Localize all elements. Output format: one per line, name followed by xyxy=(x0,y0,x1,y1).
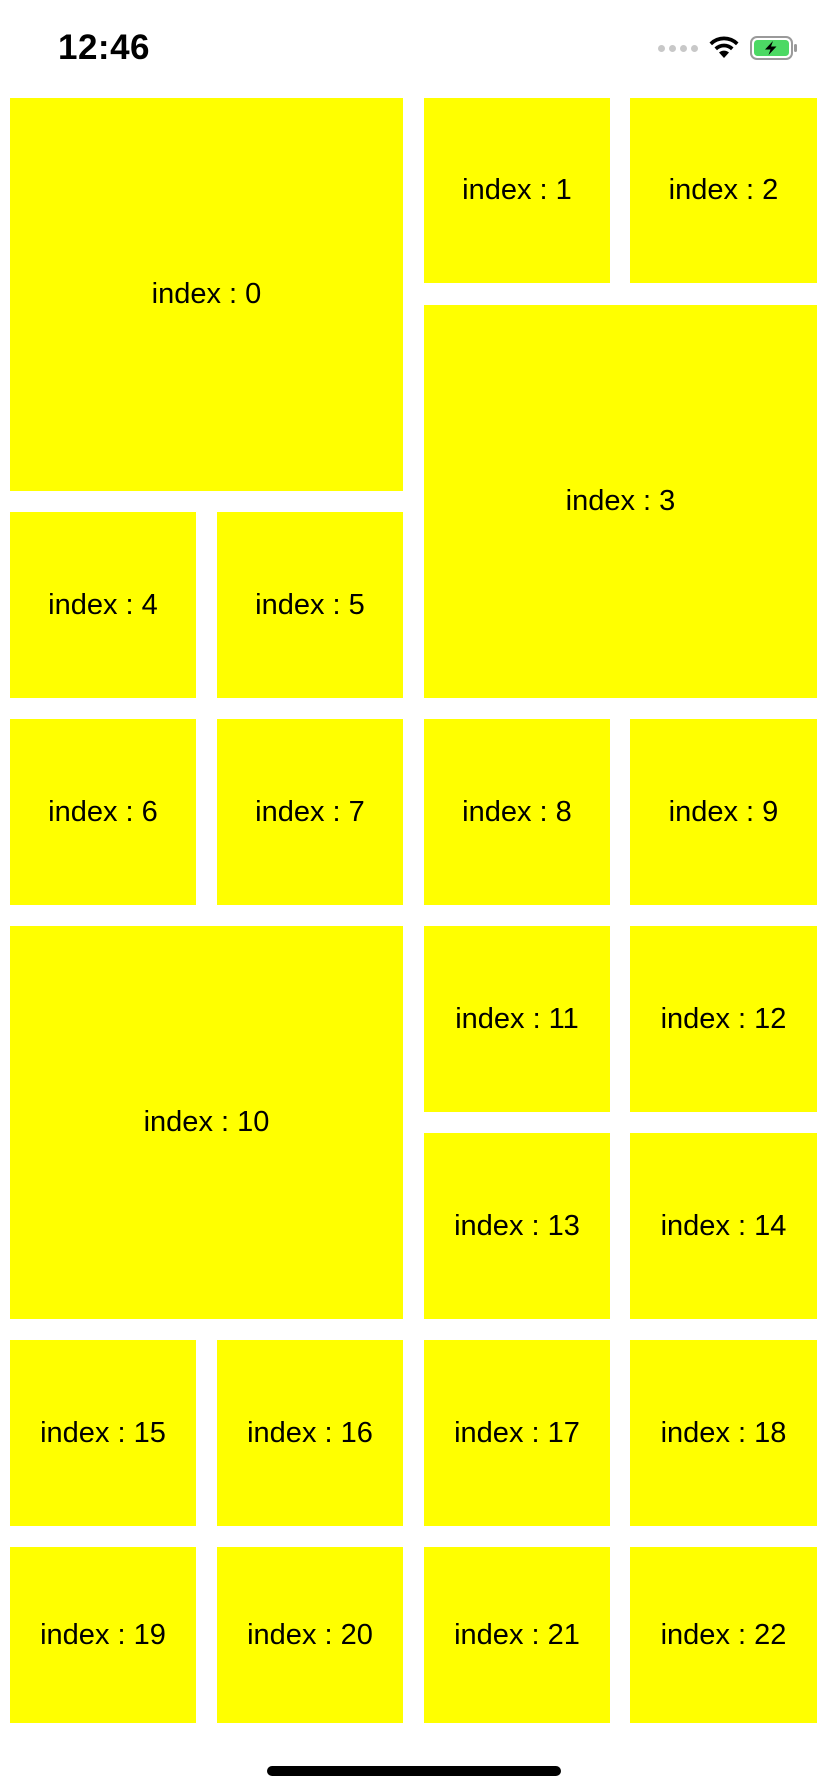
grid-cell-20[interactable]: index : 20 xyxy=(217,1547,403,1723)
cell-label: index : 19 xyxy=(40,1618,166,1651)
grid-cell-12[interactable]: index : 12 xyxy=(630,926,817,1112)
cell-label: index : 17 xyxy=(454,1416,580,1449)
grid-cell-11[interactable]: index : 11 xyxy=(424,926,610,1112)
cell-label: index : 1 xyxy=(462,174,572,206)
cell-label: index : 7 xyxy=(255,795,365,828)
cell-label: index : 16 xyxy=(247,1416,373,1449)
grid-cell-16[interactable]: index : 16 xyxy=(217,1340,403,1526)
cell-label: index : 10 xyxy=(143,1106,270,1138)
cell-label: index : 2 xyxy=(668,174,779,206)
cell-label: index : 11 xyxy=(455,1002,579,1035)
grid-cell-14[interactable]: index : 14 xyxy=(630,1133,817,1319)
grid-cell-3[interactable]: index : 3 xyxy=(424,305,817,698)
grid-cell-0[interactable]: index : 0 xyxy=(10,98,403,491)
cell-label: index : 20 xyxy=(247,1618,373,1651)
grid-cell-17[interactable]: index : 17 xyxy=(424,1340,610,1526)
cell-label: index : 9 xyxy=(668,795,779,828)
cell-label: index : 14 xyxy=(660,1209,787,1242)
grid-cell-10[interactable]: index : 10 xyxy=(10,926,403,1319)
collection-grid: index : 0 index : 1 index : 2 index : 3 … xyxy=(0,0,828,1792)
grid-cell-7[interactable]: index : 7 xyxy=(217,719,403,905)
cell-label: index : 22 xyxy=(660,1618,787,1651)
cell-label: index : 3 xyxy=(565,485,676,517)
grid-cell-8[interactable]: index : 8 xyxy=(424,719,610,905)
cell-label: index : 13 xyxy=(454,1209,580,1242)
grid-cell-19[interactable]: index : 19 xyxy=(10,1547,196,1723)
grid-cell-9[interactable]: index : 9 xyxy=(630,719,817,905)
cell-label: index : 15 xyxy=(40,1416,166,1449)
grid-cell-21[interactable]: index : 21 xyxy=(424,1547,610,1723)
grid-cell-22[interactable]: index : 22 xyxy=(630,1547,817,1723)
cell-label: index : 0 xyxy=(151,278,262,310)
cell-label: index : 12 xyxy=(660,1002,787,1035)
grid-cell-4[interactable]: index : 4 xyxy=(10,512,196,698)
grid-cell-5[interactable]: index : 5 xyxy=(217,512,403,698)
cell-label: index : 5 xyxy=(255,588,365,621)
cell-label: index : 4 xyxy=(48,588,158,621)
cell-label: index : 8 xyxy=(462,795,572,828)
grid-cell-15[interactable]: index : 15 xyxy=(10,1340,196,1526)
grid-cell-13[interactable]: index : 13 xyxy=(424,1133,610,1319)
home-indicator[interactable] xyxy=(267,1766,561,1776)
cell-label: index : 21 xyxy=(454,1618,580,1651)
cell-label: index : 6 xyxy=(48,795,158,828)
grid-cell-6[interactable]: index : 6 xyxy=(10,719,196,905)
grid-cell-18[interactable]: index : 18 xyxy=(630,1340,817,1526)
grid-cell-1[interactable]: index : 1 xyxy=(424,98,610,283)
cell-label: index : 18 xyxy=(660,1416,787,1449)
grid-cell-2[interactable]: index : 2 xyxy=(630,98,817,283)
